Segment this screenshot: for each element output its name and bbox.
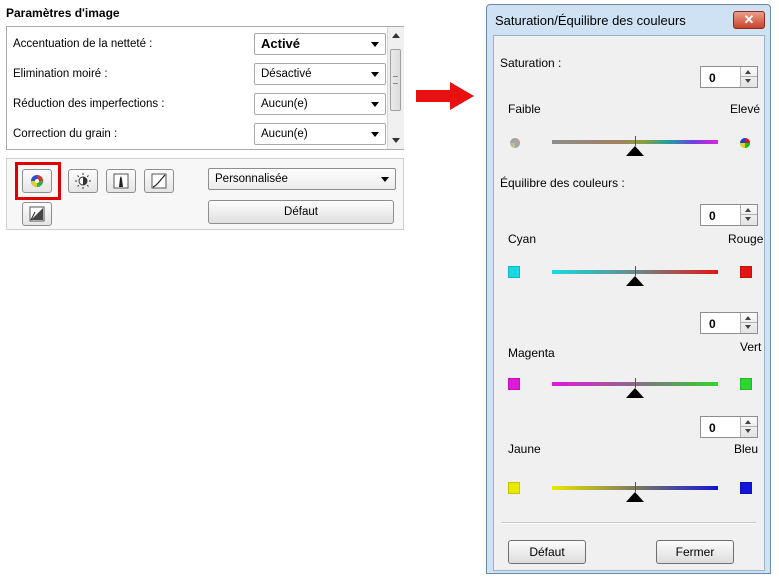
yellow-label: Jaune xyxy=(508,442,541,456)
cyan-swatch xyxy=(508,266,520,278)
magenta-green-slider-thumb[interactable] xyxy=(626,388,644,398)
image-settings-list: Accentuation de la netteté : Activé Elim… xyxy=(6,26,404,150)
scroll-up-icon[interactable] xyxy=(392,33,400,38)
close-icon[interactable]: ✕ xyxy=(733,11,765,29)
magenta-label: Magenta xyxy=(508,346,555,360)
separator xyxy=(502,522,756,524)
setting-row-dust-scratch: Réduction des imperfections : Aucun(e) xyxy=(7,89,387,119)
red-arrow-icon xyxy=(416,82,474,110)
setting-label: Correction du grain : xyxy=(13,128,118,140)
magenta-green-spinbox[interactable]: 0 xyxy=(700,312,758,334)
center-tick xyxy=(635,266,636,276)
saturation-high-label: Elevé xyxy=(730,102,761,116)
selected-tool-highlight xyxy=(15,162,61,200)
cyan-label: Cyan xyxy=(508,232,537,246)
low-saturation-icon xyxy=(510,138,520,148)
dialog-client-area: Saturation : 0 Faible Elevé Équilibre de… xyxy=(493,35,765,571)
saturation-low-label: Faible xyxy=(508,102,541,116)
preset-value: Personnalisée xyxy=(215,173,288,185)
setting-row-sharpen: Accentuation de la netteté : Activé xyxy=(7,29,387,59)
spin-value: 0 xyxy=(709,317,716,331)
panel-title: Paramètres d'image xyxy=(6,6,120,20)
grain-dropdown[interactable]: Aucun(e) xyxy=(254,123,386,145)
sharpen-dropdown[interactable]: Activé xyxy=(254,33,386,55)
blue-label: Bleu xyxy=(734,442,759,456)
spin-value: 0 xyxy=(709,421,716,435)
spin-buttons[interactable] xyxy=(740,67,757,87)
yellow-swatch xyxy=(508,482,520,494)
saturation-spinbox[interactable]: 0 xyxy=(700,66,758,88)
chevron-down-icon xyxy=(381,177,389,182)
blue-swatch xyxy=(740,482,752,494)
dropdown-value: Aucun(e) xyxy=(261,98,308,110)
chevron-down-icon xyxy=(371,132,379,137)
brightness-contrast-button[interactable] xyxy=(68,169,98,193)
histogram-button[interactable] xyxy=(106,169,136,193)
chevron-down-icon xyxy=(371,102,379,107)
setting-label: Réduction des imperfections : xyxy=(13,98,165,110)
red-label: Rouge xyxy=(728,232,764,246)
saturation-label: Saturation : xyxy=(500,56,562,70)
spin-buttons[interactable] xyxy=(740,417,757,437)
setting-row-grain: Correction du grain : Aucun(e) xyxy=(7,119,387,149)
setting-row-descreen: Elimination moiré : Désactivé xyxy=(7,59,387,89)
setting-label: Elimination moiré : xyxy=(13,68,108,80)
settings-scrollbar[interactable] xyxy=(387,27,404,149)
spin-buttons[interactable] xyxy=(740,313,757,333)
saturation-slider-thumb[interactable] xyxy=(626,146,644,156)
center-tick xyxy=(635,378,636,388)
red-swatch xyxy=(740,266,752,278)
spin-value: 0 xyxy=(709,71,716,85)
dropdown-value: Activé xyxy=(261,36,301,51)
cyan-red-spinbox[interactable]: 0 xyxy=(700,204,758,226)
yellow-blue-spinbox[interactable]: 0 xyxy=(700,416,758,438)
chevron-down-icon xyxy=(371,72,379,77)
yellow-blue-slider-thumb[interactable] xyxy=(626,492,644,502)
chevron-down-icon xyxy=(371,42,379,47)
default-button[interactable]: Défaut xyxy=(508,540,586,564)
center-tick xyxy=(635,136,636,146)
histogram-icon xyxy=(113,173,129,189)
default-button[interactable]: Défaut xyxy=(208,200,394,224)
descreen-dropdown[interactable]: Désactivé xyxy=(254,63,386,85)
preset-dropdown[interactable]: Personnalisée xyxy=(208,168,396,190)
cyan-red-slider-thumb[interactable] xyxy=(626,276,644,286)
magenta-swatch xyxy=(508,378,520,390)
green-swatch xyxy=(740,378,752,390)
spin-value: 0 xyxy=(709,209,716,223)
close-button[interactable]: Fermer xyxy=(656,540,734,564)
dust-scratch-dropdown[interactable]: Aucun(e) xyxy=(254,93,386,115)
center-tick xyxy=(635,482,636,492)
high-saturation-icon xyxy=(740,138,750,148)
saturation-dialog: Saturation/Équilibre des couleurs ✕ Satu… xyxy=(486,4,771,574)
color-balance-label: Équilibre des couleurs : xyxy=(500,176,625,190)
dialog-title: Saturation/Équilibre des couleurs xyxy=(495,13,686,28)
dropdown-value: Aucun(e) xyxy=(261,128,308,140)
threshold-button[interactable] xyxy=(22,202,52,226)
tone-curve-button[interactable] xyxy=(144,169,174,193)
green-label: Vert xyxy=(740,340,762,354)
tone-curve-icon xyxy=(151,173,167,189)
threshold-icon xyxy=(29,206,45,222)
brightness-contrast-icon xyxy=(75,173,91,189)
setting-label: Accentuation de la netteté : xyxy=(13,38,153,50)
dropdown-value: Désactivé xyxy=(261,68,312,80)
scroll-down-icon[interactable] xyxy=(392,138,400,143)
spin-buttons[interactable] xyxy=(740,205,757,225)
scroll-thumb[interactable] xyxy=(390,49,401,111)
